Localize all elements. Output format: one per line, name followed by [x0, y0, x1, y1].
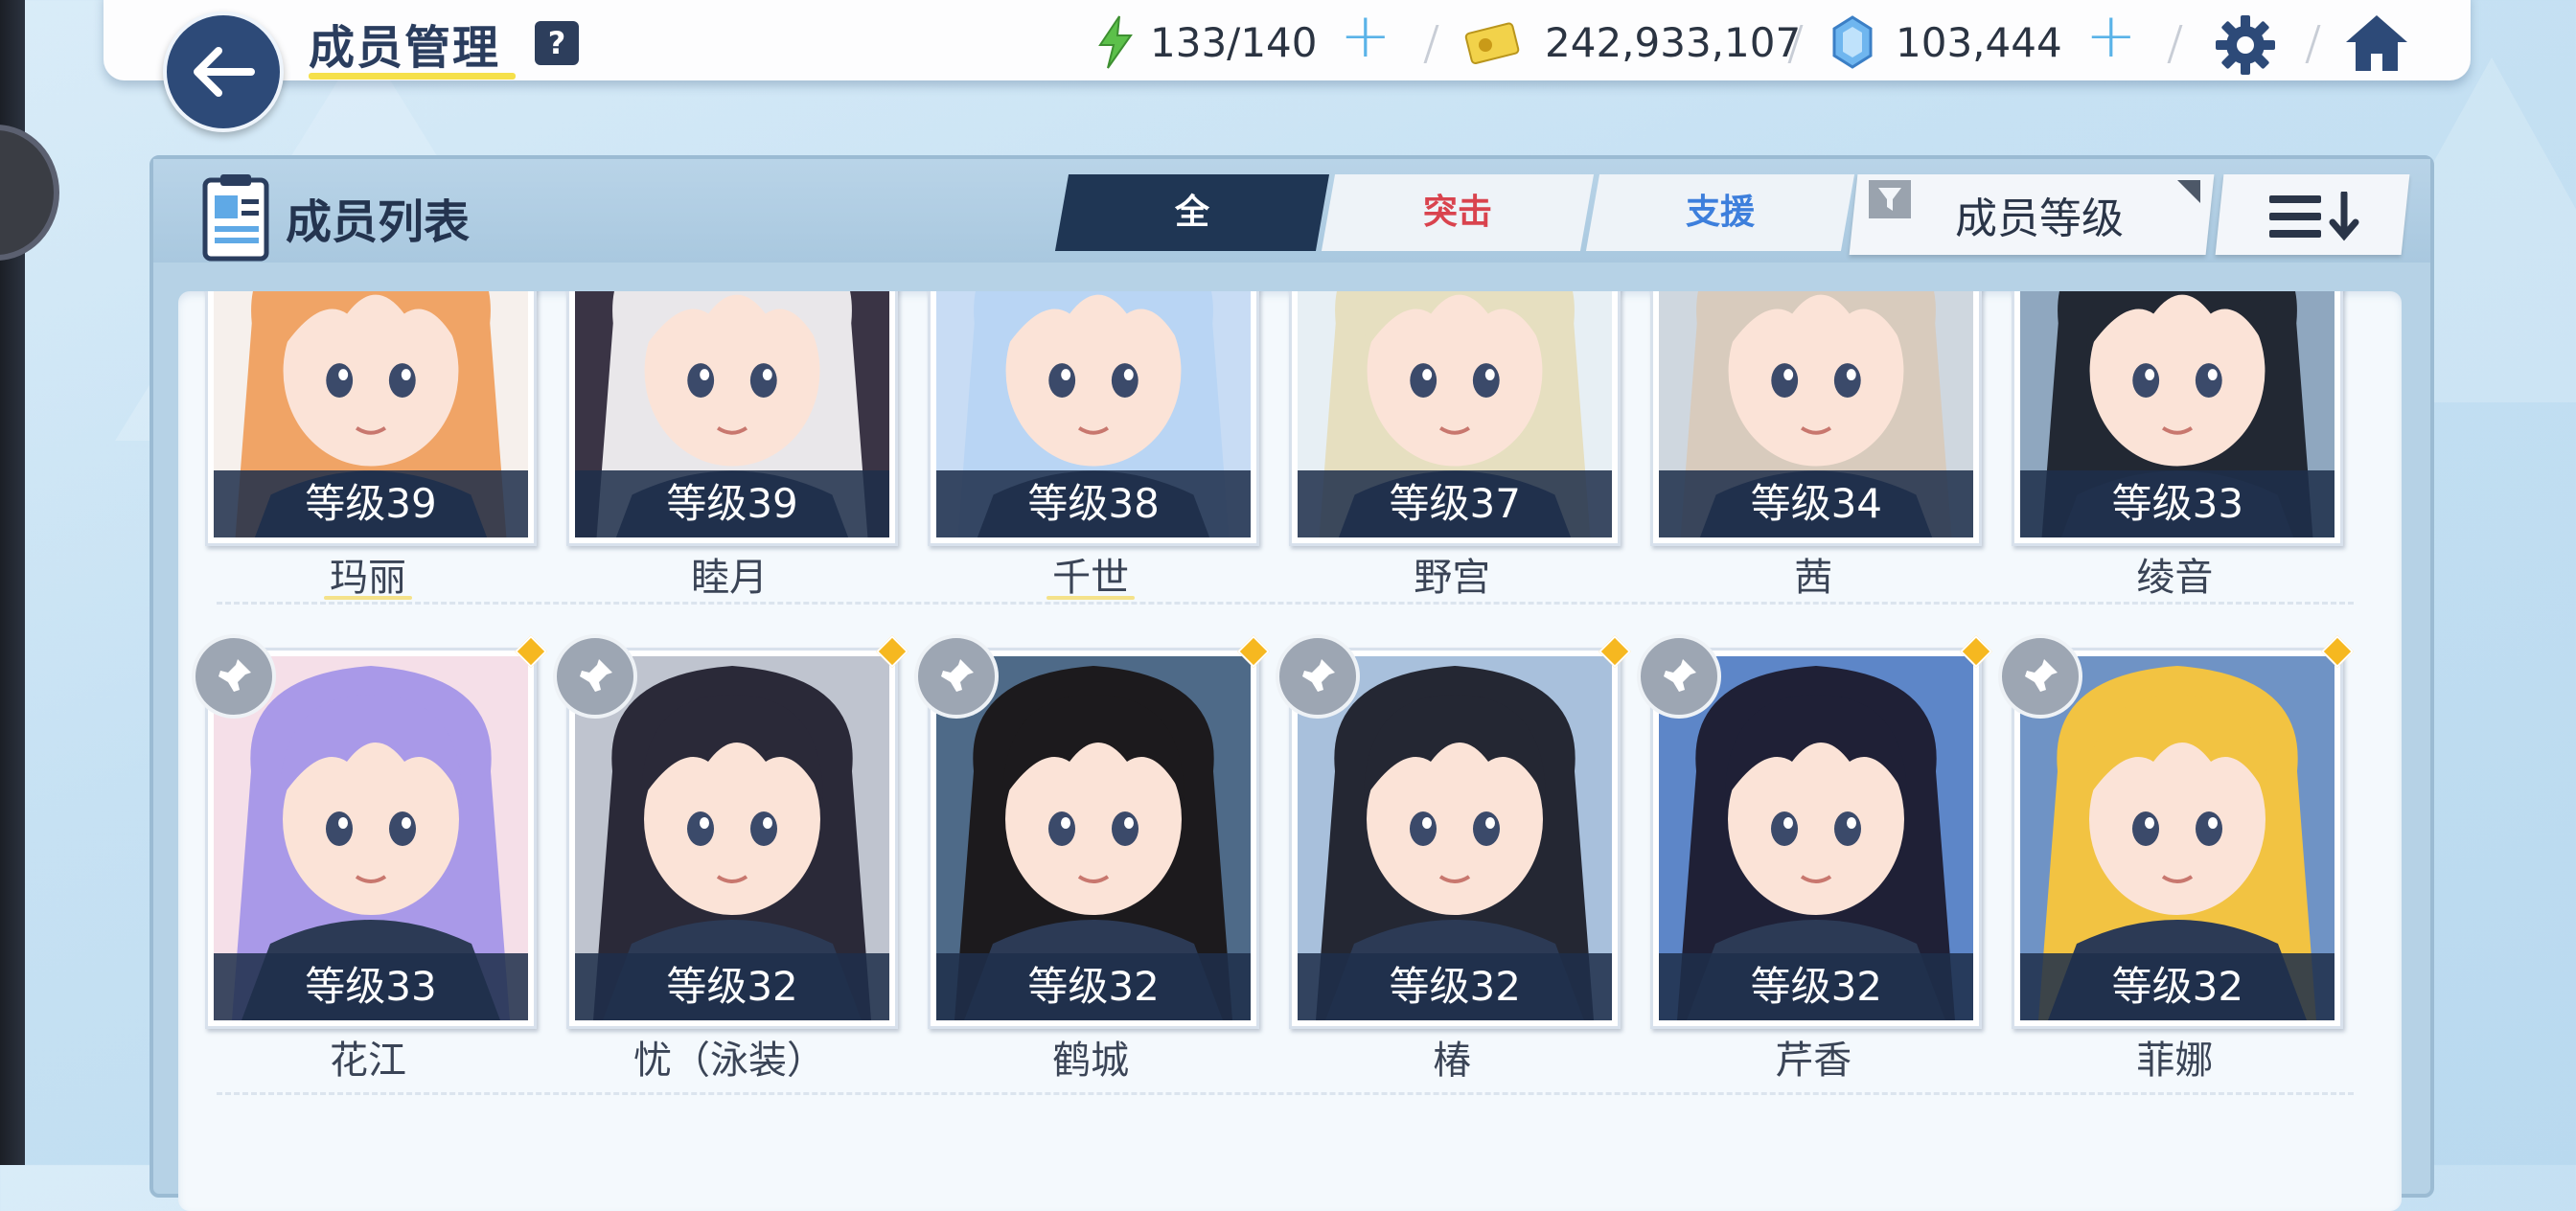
tab-all[interactable]: 全 [1054, 174, 1330, 251]
pin-button[interactable] [1276, 634, 1361, 719]
member-portrait: 等级32 [575, 656, 890, 1020]
gems-add-button[interactable]: + [2085, 1, 2137, 72]
member-name: 野宫 [1414, 556, 1491, 600]
credits-value: 242,933,107 [1545, 18, 1802, 66]
member-name: 菲娜 [2136, 1039, 2214, 1083]
card-frame: 等级34 [1650, 291, 1983, 546]
pin-button[interactable] [1637, 634, 1722, 719]
gem-icon [1832, 15, 1873, 69]
member-portrait: 等级33 [2020, 291, 2335, 537]
sort-descending-icon [2269, 192, 2359, 241]
floating-handle[interactable] [0, 125, 59, 261]
stamina-add-button[interactable]: + [1340, 1, 1392, 72]
plus-icon: + [1340, 1, 1392, 72]
name-underline [1046, 596, 1136, 600]
member-name: 忧（泳装） [633, 1039, 826, 1083]
sort-label: 成员等级 [1955, 194, 2124, 243]
pin-button[interactable] [553, 634, 638, 719]
credit-card-icon [1464, 22, 1520, 64]
member-portrait: 等级39 [213, 291, 528, 537]
pin-icon [218, 659, 251, 692]
arrow-left-icon [194, 47, 255, 97]
corner-triangle-icon [2177, 180, 2200, 203]
lightning-icon [1098, 15, 1133, 69]
level-label: 等级37 [1298, 470, 1613, 537]
member-portrait: 等级37 [1298, 291, 1613, 537]
home-button[interactable] [2342, 11, 2411, 79]
gear-icon [2216, 15, 2275, 75]
level-label: 等级32 [2020, 953, 2335, 1020]
member-portrait: 等级38 [936, 291, 1252, 537]
tab-strike-label: 突击 [1422, 193, 1492, 232]
member-portrait: 等级32 [936, 656, 1252, 1020]
pin-button[interactable] [191, 634, 276, 719]
credits-display: 242,933,107 [1464, 13, 1801, 71]
member-portrait: 等级32 [1298, 656, 1613, 1020]
filter-icon [1869, 180, 1911, 218]
level-label: 等级38 [936, 470, 1252, 537]
tab-support[interactable]: 支援 [1585, 174, 1855, 251]
member-name: 芹香 [1775, 1039, 1852, 1083]
pin-button[interactable] [914, 634, 1000, 719]
member-name: 玛丽 [329, 556, 406, 600]
member-name: 绫音 [2136, 556, 2214, 600]
card-frame: 等级33 [2012, 291, 2344, 546]
member-name: 千世 [1052, 556, 1130, 600]
member-portrait: 等级32 [1659, 656, 1974, 1020]
pin-button[interactable] [1998, 634, 2083, 719]
roster-icon [199, 172, 276, 268]
member-name: 椿 [1433, 1039, 1472, 1083]
pin-icon [580, 659, 613, 692]
row-divider [217, 602, 2354, 605]
page-title: 成员管理 [309, 21, 501, 75]
name-underline [323, 596, 412, 600]
level-label: 等级32 [1298, 953, 1613, 1020]
member-name: 睦月 [691, 556, 769, 600]
level-label: 等级39 [213, 470, 528, 537]
card-frame: 等级38 [928, 291, 1260, 546]
tab-all-label: 全 [1174, 193, 1209, 232]
level-label: 等级33 [213, 953, 528, 1020]
back-button[interactable] [163, 11, 284, 132]
card-frame: 等级39 [204, 291, 537, 546]
card-frame: 等级37 [1289, 291, 1622, 546]
member-name: 花江 [329, 1039, 406, 1083]
pin-icon [1664, 659, 1697, 692]
member-grid[interactable]: 等级39 玛丽 等级39 睦月 等级38 千世 等级37 野宫 等级34 茜 等… [178, 291, 2402, 1211]
tab-support-label: 支援 [1685, 193, 1755, 232]
plus-icon: + [2085, 1, 2137, 72]
level-label: 等级33 [2020, 470, 2335, 537]
settings-button[interactable] [2214, 13, 2277, 80]
level-label: 等级32 [936, 953, 1252, 1020]
pin-icon [1302, 659, 1336, 692]
level-label: 等级32 [1659, 953, 1974, 1020]
gems-display: 103,444 [1830, 13, 2062, 71]
gems-value: 103,444 [1896, 18, 2062, 66]
level-label: 等级39 [575, 470, 890, 537]
tab-strike[interactable]: 突击 [1321, 174, 1595, 251]
stamina-value: 133/140 [1150, 18, 1318, 66]
panel-title: 成员列表 [286, 195, 471, 249]
member-portrait: 等级34 [1659, 291, 1974, 537]
home-icon [2346, 15, 2407, 71]
member-list-panel: 成员列表 全 突击 支援 成员等级 等级39 玛丽 等级39 睦月 等级38 千… [150, 155, 2434, 1211]
level-label: 等级32 [575, 953, 890, 1020]
help-button[interactable]: ? [535, 21, 579, 65]
card-frame: 等级39 [566, 291, 899, 546]
member-portrait: 等级39 [575, 291, 890, 537]
title-underline [309, 73, 516, 80]
row-divider [217, 1092, 2354, 1095]
member-name: 鹤城 [1052, 1039, 1130, 1083]
stamina-display: 133/140 [1094, 13, 1317, 71]
level-label: 等级34 [1659, 470, 1974, 537]
member-portrait: 等级33 [213, 656, 528, 1020]
member-portrait: 等级32 [2020, 656, 2335, 1020]
pin-icon [941, 659, 975, 692]
pin-icon [2025, 659, 2058, 692]
member-name: 茜 [1794, 556, 1833, 600]
